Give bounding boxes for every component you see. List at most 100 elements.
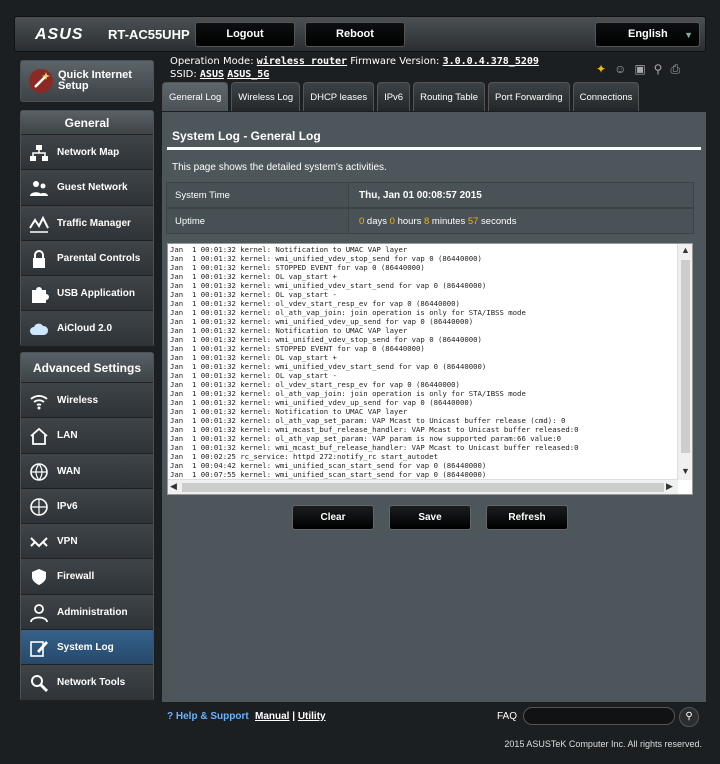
- sidebar-item-label: System Log: [57, 642, 114, 654]
- tab-general-log[interactable]: General Log: [162, 82, 229, 111]
- help-support-link[interactable]: ? Help & Support: [167, 711, 249, 722]
- tab-port-forwarding[interactable]: Port Forwarding: [488, 82, 570, 111]
- sidebar-item-label: AiCloud 2.0: [57, 323, 113, 335]
- sidebar-item-network-tools[interactable]: Network Tools: [21, 665, 153, 701]
- tab-wireless-log[interactable]: Wireless Log: [231, 82, 301, 111]
- save-button[interactable]: Save: [389, 505, 471, 530]
- scroll-left-icon[interactable]: ◀: [170, 481, 177, 492]
- sidebar-item-label: VPN: [57, 536, 78, 548]
- sidebar-item-lan[interactable]: LAN: [21, 418, 153, 454]
- faq-search-input[interactable]: [523, 707, 675, 725]
- help-icon: ?: [167, 711, 174, 722]
- title-divider: [167, 147, 701, 150]
- sidebar-item-firewall[interactable]: Firewall: [21, 559, 153, 595]
- sidebar-item-aicloud[interactable]: AiCloud 2.0: [21, 311, 153, 347]
- vertical-scroll-thumb[interactable]: [681, 260, 690, 453]
- home-icon: [30, 428, 48, 446]
- uptime-value: 0 days 0 hours 8 minutes 57 seconds: [349, 209, 516, 233]
- vertical-scrollbar[interactable]: ▲ ▼: [677, 244, 692, 480]
- ssid-link-1[interactable]: ASUS: [200, 69, 224, 80]
- log-line: Jan 1 00:01:32 kernel: ol_ath_vap_set_pa…: [170, 434, 561, 443]
- manual-link[interactable]: Manual: [255, 711, 289, 722]
- log-line: Jan 1 00:01:32 kernel: ol_vdev_start_res…: [170, 299, 460, 308]
- operation-mode-link[interactable]: wireless router: [257, 56, 347, 67]
- system-info-table: System Time Thu, Jan 01 00:08:57 2015 Up…: [166, 182, 694, 234]
- log-line: Jan 1 00:01:32 kernel: wmi_unified_vdev_…: [170, 254, 482, 263]
- log-textarea[interactable]: Jan 1 00:01:32 kernel: Notification to U…: [167, 243, 693, 495]
- log-line: Jan 1 00:01:32 kernel: OL vap_start -: [170, 290, 337, 299]
- sidebar-item-usb-application[interactable]: USB Application: [21, 276, 153, 312]
- internet-status-icon[interactable]: ✦: [596, 62, 614, 76]
- tab-ipv6[interactable]: IPv6: [377, 82, 411, 111]
- guest-network-icon: [30, 181, 48, 197]
- sidebar-item-network-map[interactable]: Network Map: [21, 135, 153, 171]
- scroll-right-icon[interactable]: ▶: [666, 481, 673, 492]
- tab-dhcp-leases[interactable]: DHCP leases: [303, 82, 375, 111]
- sidebar-item-vpn[interactable]: VPN: [21, 524, 153, 560]
- quick-internet-setup-button[interactable]: Quick Internet Setup: [20, 60, 154, 102]
- admin-user-icon: [30, 603, 48, 623]
- log-line: Jan 1 00:01:32 kernel: Notification to U…: [170, 326, 408, 335]
- utility-link[interactable]: Utility: [298, 711, 326, 722]
- cloud-icon: [30, 324, 49, 336]
- uptime-seconds-unit: seconds: [478, 216, 517, 227]
- horizontal-scroll-thumb[interactable]: [182, 483, 664, 492]
- uptime-seconds: 57: [467, 216, 479, 227]
- log-line: Jan 1 00:02:25 rc_service: httpd 272:not…: [170, 452, 438, 461]
- tab-bar: General Log Wireless Log DHCP leases IPv…: [162, 82, 640, 111]
- reboot-button[interactable]: Reboot: [305, 22, 405, 47]
- shield-icon: [32, 569, 46, 586]
- firmware-link[interactable]: 3.0.0.4.378_5209: [443, 56, 539, 67]
- scroll-up-icon[interactable]: ▲: [681, 245, 690, 255]
- horizontal-scrollbar[interactable]: ◀ ▶: [168, 479, 678, 494]
- sidebar-item-administration[interactable]: Administration: [21, 594, 153, 631]
- vpn-icon: [30, 537, 48, 548]
- log-line: Jan 1 00:01:32 kernel: STOPPED EVENT for…: [170, 344, 425, 353]
- router-info: Operation Mode: wireless router Firmware…: [170, 55, 539, 81]
- copyright: 2015 ASUSTeK Computer Inc. All rights re…: [504, 739, 702, 749]
- log-line: Jan 1 00:01:32 kernel: OL vap_start +: [170, 272, 337, 281]
- sidebar-item-system-log[interactable]: System Log: [21, 630, 153, 666]
- search-icon[interactable]: ⚲: [679, 707, 699, 727]
- tab-routing-table[interactable]: Routing Table: [413, 82, 486, 111]
- sidebar-item-label: Network Map: [57, 147, 120, 158]
- log-line: Jan 1 00:01:32 kernel: OL vap_start -: [170, 371, 337, 380]
- chevron-down-icon: ▼: [684, 30, 693, 40]
- log-line: Jan 1 00:01:32 kernel: Notification to U…: [170, 245, 408, 254]
- sidebar-item-label: Administration: [57, 606, 128, 618]
- asus-logo: ASUS: [35, 26, 84, 43]
- quick-internet-setup-label: Quick Internet Setup: [58, 69, 132, 92]
- sidebar-item-wireless[interactable]: Wireless: [21, 383, 153, 419]
- log-line: Jan 1 00:01:32 kernel: ol_ath_vap_join: …: [170, 389, 526, 398]
- scroll-down-icon[interactable]: ▼: [681, 466, 690, 476]
- printer-icon[interactable]: ⎙: [670, 62, 688, 76]
- sidebar-item-traffic-manager[interactable]: Traffic Manager: [21, 205, 153, 241]
- network-tools-icon: [31, 675, 49, 693]
- sidebar-item-guest-network[interactable]: Guest Network: [21, 170, 153, 206]
- log-line: Jan 1 00:01:32 kernel: ol_ath_vap_join: …: [170, 308, 526, 317]
- logout-button[interactable]: Logout: [195, 22, 295, 47]
- system-time-value: Thu, Jan 01 00:08:57 2015: [359, 190, 482, 201]
- model-name: RT-AC55UHP: [108, 27, 190, 42]
- sidebar-item-ipv6[interactable]: IPv6: [21, 488, 153, 525]
- clear-button[interactable]: Clear: [292, 505, 374, 530]
- ssid-link-2[interactable]: ASUS_5G: [227, 69, 269, 80]
- sidebar-item-parental-controls[interactable]: Parental Controls: [21, 240, 153, 277]
- sidebar-general-title: General: [21, 111, 153, 135]
- sidebar-advanced: Advanced Settings Wireless LAN WAN IPv6 …: [20, 352, 154, 701]
- language-select[interactable]: English ▼: [595, 22, 700, 47]
- uptime-minutes-unit: minutes: [429, 216, 468, 227]
- usb-icon[interactable]: ⚲: [654, 62, 671, 76]
- wifi-icon: [30, 395, 48, 410]
- sidebar-item-label: USB Application: [57, 288, 135, 300]
- log-line: Jan 1 00:01:32 kernel: ol_ath_vap_set_pa…: [170, 416, 566, 425]
- log-line: Jan 1 00:01:32 kernel: wmi_unified_vdev_…: [170, 335, 482, 344]
- devices-icon[interactable]: ▣: [634, 62, 653, 76]
- footer: ? Help & Support Manual | Utility FAQ ⚲: [162, 705, 706, 729]
- log-line: Jan 1 00:01:32 kernel: OL vap_start +: [170, 353, 337, 362]
- sidebar-item-wan[interactable]: WAN: [21, 453, 153, 489]
- log-line: Jan 1 00:01:32 kernel: wmi_mcast_buf_rel…: [170, 443, 579, 452]
- refresh-button[interactable]: Refresh: [486, 505, 568, 530]
- clients-icon[interactable]: ☺: [614, 62, 634, 76]
- tab-connections[interactable]: Connections: [572, 82, 640, 111]
